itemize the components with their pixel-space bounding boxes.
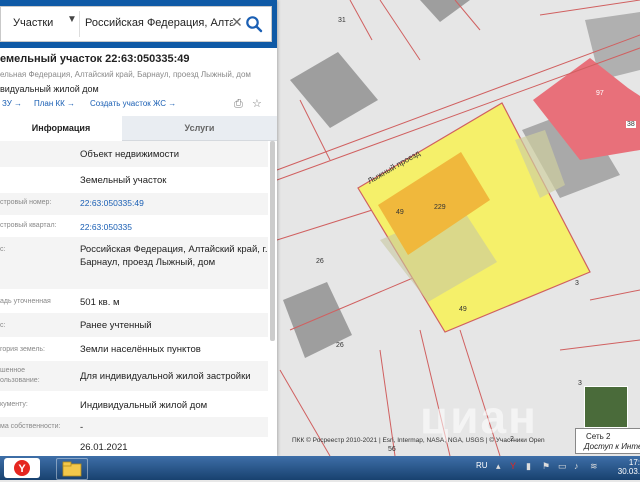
wifi-icon[interactable]: ≋ — [590, 461, 600, 471]
parcel-number-label: 3 — [578, 380, 582, 387]
network-tooltip: Сеть 2 Доступ к Инте — [575, 428, 640, 454]
divider — [79, 11, 80, 37]
list-item: шенное ользование: Для индивидуальной жи… — [0, 361, 268, 391]
row-label: с: — [0, 246, 6, 253]
plan-kk-link[interactable]: План КК → — [34, 99, 75, 108]
clock-time: 17: — [628, 458, 640, 467]
row-value: Земельный участок — [80, 175, 167, 186]
row-value: Ранее учтенный — [80, 320, 152, 331]
tab-info[interactable]: Информация — [0, 116, 122, 140]
row-label: гория земель: — [0, 346, 46, 353]
cadastral-number-link[interactable]: 22:63:050335:49 — [80, 197, 268, 210]
search-header: Участки ▼ ✕ — [0, 0, 277, 48]
print-icon[interactable]: ⎙ — [234, 98, 246, 110]
row-value: Земли населённых пунктов — [80, 344, 201, 355]
parcel-number-label: 56 — [388, 446, 396, 453]
category-select[interactable]: Участки — [13, 17, 53, 29]
yandex-tray-icon[interactable]: Y — [510, 461, 520, 471]
list-item: гория земель: Земли населённых пунктов — [0, 337, 268, 361]
parcel-number-label: 97 — [596, 90, 604, 97]
row-value: Российская Федерация, Алтайский край, г.… — [80, 244, 268, 268]
zu-link[interactable]: ЗУ → — [2, 99, 22, 108]
network-icon[interactable]: ▮ — [526, 461, 536, 471]
watermark-logo: циан — [420, 391, 538, 443]
tabs: Информация Услуги — [0, 116, 277, 141]
list-item: 26.01.2021 — [0, 437, 268, 455]
taskbar: Y RU ▴ Y ▮ ⚑ ▭ ♪ ≋ 17: 30.03. — [0, 456, 640, 480]
parcel-address: ельная Федерация, Алтайский край, Барнау… — [0, 70, 251, 79]
map-attribution: ПКК © Росреестр 2010-2021 | Esri, Interm… — [292, 437, 545, 444]
search-input[interactable] — [85, 12, 233, 34]
folder-icon — [62, 461, 82, 477]
cadastral-quarter-link[interactable]: 22:63:050335 — [80, 221, 268, 234]
star-icon[interactable]: ☆ — [252, 98, 264, 110]
search-icon[interactable] — [245, 15, 263, 33]
row-value: Индивидуальный жилой дом — [80, 400, 208, 411]
language-indicator[interactable]: RU — [476, 461, 488, 470]
list-item: с: Ранее учтенный — [0, 313, 268, 337]
chevron-down-icon[interactable]: ▼ — [67, 14, 77, 25]
tab-services[interactable]: Услуги — [122, 116, 277, 141]
chevron-up-icon[interactable]: ▴ — [496, 461, 506, 471]
row-value: Для индивидуальной жилой застройки — [80, 371, 251, 382]
parcel-use: видуальный жилой дом — [0, 84, 99, 94]
explorer-button[interactable] — [56, 458, 88, 480]
list-item: стровый квартал: 22:63:050335 — [0, 215, 268, 237]
parcel-number-label: 229 — [434, 204, 446, 211]
yandex-icon: Y — [14, 460, 30, 476]
parcel-number-label: 31 — [338, 17, 346, 24]
clock[interactable]: 17: 30.03. — [614, 458, 640, 476]
row-label: ма собственности: — [0, 423, 61, 430]
row-value: 501 кв. м — [80, 297, 120, 308]
yandex-browser-button[interactable]: Y — [4, 458, 40, 478]
list-item: стровый номер: 22:63:050335:49 — [0, 193, 268, 215]
row-value: Объект недвижимости — [80, 149, 180, 160]
search-box: Участки ▼ ✕ — [0, 6, 272, 42]
row-label: с: — [0, 322, 6, 329]
parcel-number-label: 26 — [336, 342, 344, 349]
parcel-title: емельный участок 22:63:050335:49 — [0, 53, 190, 65]
list-item: адь уточненная 501 кв. м — [0, 289, 268, 313]
panel-scrollbar[interactable] — [270, 141, 275, 341]
parcel-number-label: 3 — [575, 280, 579, 287]
clock-date: 30.03. — [617, 467, 640, 476]
parcel-number-label: 49 — [396, 209, 404, 216]
basemap-switcher[interactable] — [584, 386, 628, 428]
list-item: ма собственности: - — [0, 417, 268, 437]
create-parcel-link[interactable]: Создать участок ЖС → — [90, 99, 176, 108]
close-icon[interactable]: ✕ — [231, 14, 243, 30]
list-item: кументу: Индивидуальный жилой дом — [0, 391, 268, 417]
parcel-number-label: 49 — [459, 306, 467, 313]
tooltip-line: Доступ к Инте — [584, 442, 640, 451]
row-value: 26.01.2021 — [80, 442, 128, 453]
parcel-number-label: 26 — [316, 258, 324, 265]
info-panel: Участки ▼ ✕ емельный участок 22:63:05033… — [0, 0, 277, 456]
list-item: Земельный участок — [0, 167, 268, 193]
list-item: Объект недвижимости — [0, 141, 268, 167]
row-label: адь уточненная — [0, 298, 51, 305]
row-value: - — [80, 422, 84, 433]
speaker-icon[interactable]: ♪ — [574, 461, 584, 471]
parcel-number-label: 38 — [626, 121, 636, 128]
row-label: стровый номер: — [0, 199, 52, 206]
row-label: кументу: — [0, 401, 28, 408]
row-label: стровый квартал: — [0, 222, 57, 229]
row-label: шенное ользование: — [0, 367, 40, 384]
flag-icon[interactable]: ⚑ — [542, 461, 552, 471]
list-item: с: Российская Федерация, Алтайский край,… — [0, 237, 268, 289]
action-links: ЗУ → План КК → Создать участок ЖС → ⎙ ☆ — [0, 98, 277, 113]
monitor-icon[interactable]: ▭ — [558, 461, 568, 471]
tooltip-line: Сеть 2 — [586, 432, 611, 441]
svg-text:Y: Y — [18, 463, 26, 475]
